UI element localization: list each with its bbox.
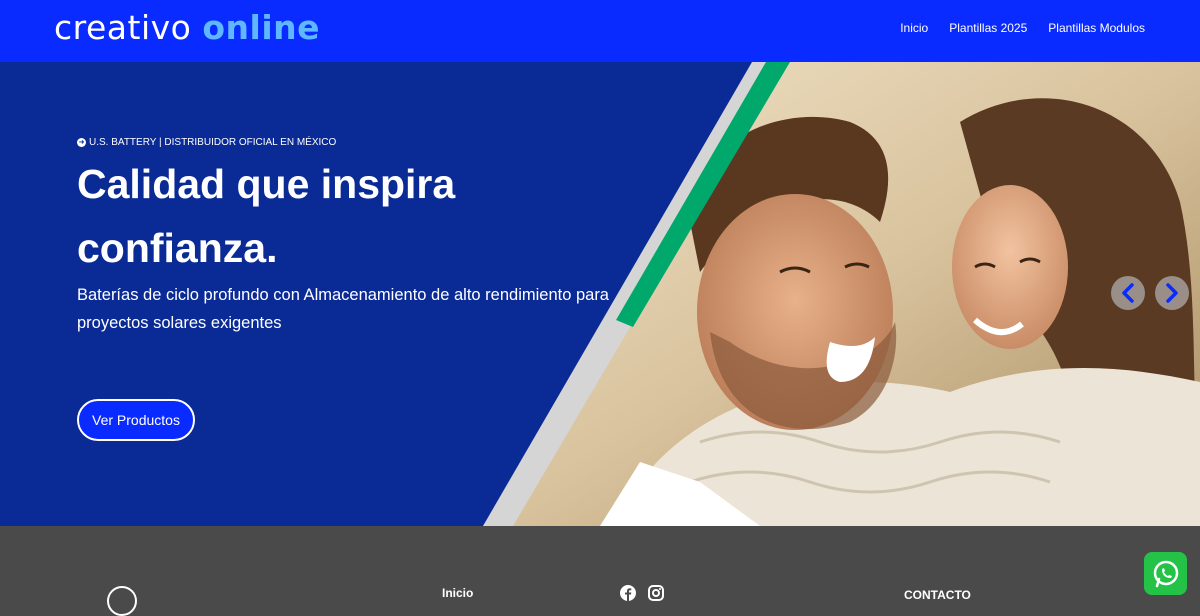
- logo-text-online: online: [202, 8, 321, 47]
- hero-slider: ➜ U.S. BATTERY | DISTRIBUIDOR OFICIAL EN…: [0, 62, 1200, 526]
- footer-logo[interactable]: [107, 586, 137, 616]
- instagram-icon[interactable]: [648, 585, 664, 601]
- facebook-icon[interactable]: [620, 585, 636, 601]
- slider-next-button[interactable]: [1155, 276, 1189, 310]
- whatsapp-button[interactable]: [1144, 552, 1187, 595]
- chevron-right-icon: [1166, 283, 1178, 303]
- nav-item-inicio[interactable]: Inicio: [900, 21, 928, 35]
- hero-subtitle: Baterías de ciclo profundo con Almacenam…: [77, 286, 609, 332]
- hero-overline-text: U.S. BATTERY | DISTRIBUIDOR OFICIAL EN M…: [89, 137, 337, 148]
- nav-item-plantillas-2025[interactable]: Plantillas 2025: [949, 21, 1027, 35]
- hero-headline: Calidad que inspira confianza.: [77, 161, 456, 271]
- hero-overline: ➜ U.S. BATTERY | DISTRIBUIDOR OFICIAL EN…: [77, 137, 336, 148]
- nav-item-plantillas-modulos[interactable]: Plantillas Modulos: [1048, 21, 1145, 35]
- site-footer: Inicio CONTACTO: [0, 526, 1200, 616]
- arrow-circle-icon: ➜: [77, 138, 86, 147]
- footer-link-inicio[interactable]: Inicio: [442, 586, 473, 600]
- ver-productos-button[interactable]: Ver Productos: [77, 399, 195, 441]
- whatsapp-icon: [1153, 560, 1178, 587]
- main-nav: Inicio Plantillas 2025 Plantillas Modulo…: [900, 21, 1145, 35]
- logo-text-creativo: creativo: [54, 8, 192, 47]
- site-header: creativo online Inicio Plantillas 2025 P…: [0, 0, 1200, 62]
- slider-prev-button[interactable]: [1111, 276, 1145, 310]
- chevron-left-icon: [1122, 283, 1134, 303]
- site-logo[interactable]: creativo online: [54, 8, 320, 47]
